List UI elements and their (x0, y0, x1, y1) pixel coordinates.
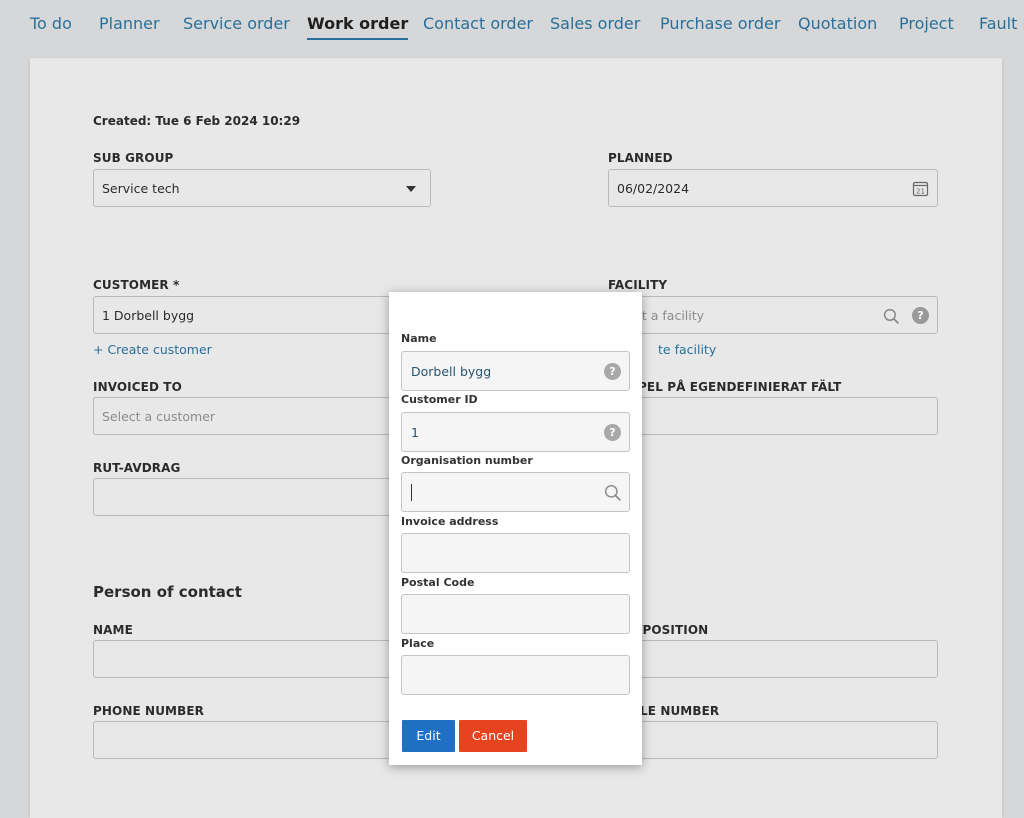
custom-field-input[interactable] (608, 397, 938, 435)
customer-id-field[interactable]: 1 ? (401, 412, 630, 452)
sub-group-select[interactable]: Service tech (93, 169, 431, 207)
tab-planner[interactable]: Planner (99, 14, 160, 33)
customer-id-label: Customer ID (401, 393, 478, 406)
sub-group-value: Service tech (102, 181, 180, 196)
facility-label: FACILITY (608, 278, 668, 292)
planned-date-field[interactable]: 06/02/2024 21 (608, 169, 938, 207)
organisation-number-label: Organisation number (401, 454, 533, 467)
text-cursor (411, 484, 412, 501)
cancel-button[interactable]: Cancel (459, 720, 527, 752)
tab-quotation[interactable]: Quotation (798, 14, 877, 33)
custom-field-label: PEL PÅ EGENDEFINIERAT FÄLT (638, 380, 842, 394)
name-field[interactable]: Dorbell bygg ? (401, 351, 630, 391)
tab-purchase-order[interactable]: Purchase order (660, 14, 780, 33)
facility-field[interactable]: ct a facility ? (608, 296, 938, 334)
contact-position-field[interactable] (608, 640, 938, 678)
tab-work-order[interactable]: Work order (307, 14, 409, 40)
search-icon[interactable] (883, 308, 900, 325)
postal-code-field[interactable] (401, 594, 630, 634)
create-facility-link[interactable]: te facility (658, 342, 716, 357)
top-navigation: To do Planner Service order Work order C… (0, 0, 1024, 48)
tab-project[interactable]: Project (899, 14, 954, 33)
help-icon[interactable]: ? (604, 424, 621, 441)
name-value: Dorbell bygg (411, 364, 492, 379)
chevron-down-icon (406, 186, 416, 192)
calendar-icon[interactable]: 21 (912, 180, 929, 197)
planned-label: PLANNED (608, 151, 673, 165)
person-of-contact-title: Person of contact (93, 583, 242, 601)
tab-sales-order[interactable]: Sales order (550, 14, 640, 33)
phone-number-label: PHONE NUMBER (93, 704, 204, 718)
invoice-address-field[interactable] (401, 533, 630, 573)
invoice-address-label: Invoice address (401, 515, 499, 528)
rut-avdrag-field[interactable] (93, 478, 431, 516)
phone-number-field[interactable] (93, 721, 431, 759)
invoiced-to-label: INVOICED TO (93, 380, 182, 394)
planned-date-value: 06/02/2024 (617, 181, 690, 196)
create-customer-link[interactable]: + Create customer (93, 342, 212, 357)
calendar-day-text: 21 (916, 188, 925, 196)
customer-value: 1 Dorbell bygg (102, 308, 195, 323)
search-icon[interactable] (604, 484, 622, 502)
invoiced-to-field[interactable]: Select a customer (93, 397, 431, 435)
help-icon[interactable]: ? (912, 307, 929, 324)
rut-avdrag-label: RUT-AVDRAG (93, 461, 181, 475)
contact-name-label: NAME (93, 623, 133, 637)
organisation-number-field[interactable] (401, 472, 630, 512)
mobile-number-field[interactable] (608, 721, 938, 759)
sub-group-label: SUB GROUP (93, 151, 174, 165)
tab-service-order[interactable]: Service order (183, 14, 290, 33)
edit-button[interactable]: Edit (402, 720, 455, 752)
customer-details-modal: Name Dorbell bygg ? Customer ID 1 ? Orga… (389, 292, 642, 765)
postal-code-label: Postal Code (401, 576, 475, 589)
created-timestamp: Created: Tue 6 Feb 2024 10:29 (93, 114, 301, 128)
name-label: Name (401, 332, 437, 345)
tab-fault-report[interactable]: Fault r (979, 14, 1024, 33)
contact-position-label: /POSITION (638, 623, 709, 637)
tab-contact-order[interactable]: Contact order (423, 14, 533, 33)
customer-field[interactable]: 1 Dorbell bygg (93, 296, 431, 334)
place-field[interactable] (401, 655, 630, 695)
help-icon[interactable]: ? (604, 363, 621, 380)
invoiced-to-placeholder: Select a customer (102, 409, 216, 424)
customer-id-value: 1 (411, 425, 419, 440)
facility-placeholder: ct a facility (635, 308, 705, 323)
tab-to-do[interactable]: To do (30, 14, 72, 33)
contact-name-field[interactable] (93, 640, 431, 678)
mobile-number-label: LE NUMBER (640, 704, 720, 718)
place-label: Place (401, 637, 435, 650)
customer-label: CUSTOMER * (93, 278, 180, 292)
